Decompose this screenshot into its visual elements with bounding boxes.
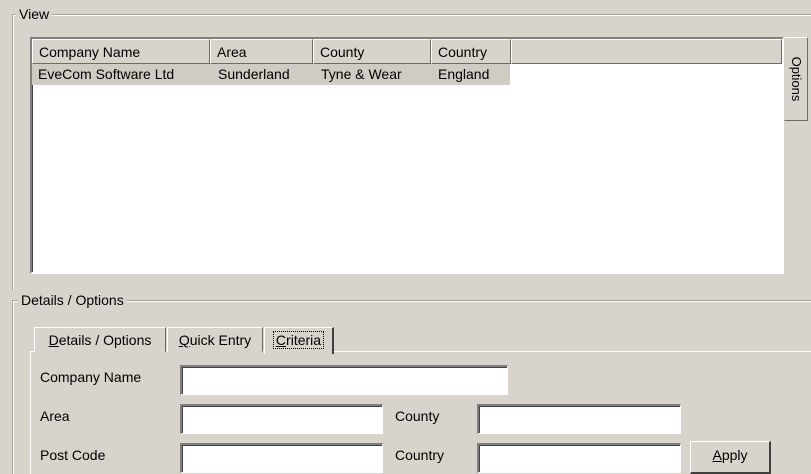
company-list[interactable]: Company Name Area County Country EveCom … bbox=[30, 37, 784, 274]
cell-country: England bbox=[438, 66, 490, 82]
tab-quick-entry-label: uick Entry bbox=[189, 332, 252, 348]
tab-details-options[interactable]: Details / Options bbox=[34, 327, 166, 352]
tab-details-options-mnemonic: D bbox=[48, 332, 59, 348]
post-code-field[interactable] bbox=[180, 443, 383, 473]
cell-area: Sunderland bbox=[218, 66, 290, 82]
column-header-area[interactable]: Area bbox=[210, 39, 313, 64]
apply-button[interactable]: Apply bbox=[690, 441, 771, 474]
tab-quick-entry-mnemonic: Q bbox=[178, 332, 190, 348]
options-side-tab[interactable]: Options bbox=[784, 37, 808, 121]
county-field[interactable] bbox=[477, 404, 681, 434]
details-group-title: Details / Options bbox=[18, 292, 127, 308]
column-header-country[interactable]: Country bbox=[431, 39, 511, 64]
tab-criteria-focus: Criteria bbox=[272, 331, 325, 349]
company-name-label: Company Name bbox=[40, 369, 142, 385]
country-field[interactable] bbox=[477, 443, 681, 473]
list-header: Company Name Area County Country bbox=[32, 39, 782, 64]
apply-button-label: pply bbox=[721, 447, 748, 463]
country-label: Country bbox=[395, 447, 445, 463]
column-header-filler bbox=[511, 39, 782, 64]
column-header-company-name[interactable]: Company Name bbox=[32, 39, 210, 64]
tab-criteria-label: riteria bbox=[286, 332, 322, 348]
area-label: Area bbox=[40, 408, 70, 424]
view-group-title: View bbox=[16, 6, 53, 22]
table-row[interactable]: EveCom Software Ltd Sunderland Tyne & We… bbox=[32, 64, 510, 85]
cell-county: Tyne & Wear bbox=[321, 66, 402, 82]
area-field[interactable] bbox=[180, 404, 383, 434]
tab-details-options-label: etails / Options bbox=[58, 332, 152, 348]
company-name-field[interactable] bbox=[180, 365, 508, 395]
tab-criteria[interactable]: Criteria bbox=[264, 327, 334, 354]
post-code-label: Post Code bbox=[40, 447, 106, 463]
tab-quick-entry[interactable]: Quick Entry bbox=[167, 327, 263, 352]
options-side-tab-label: Options bbox=[789, 56, 804, 102]
column-header-county[interactable]: County bbox=[313, 39, 431, 64]
county-label: County bbox=[395, 408, 440, 424]
apply-button-mnemonic: A bbox=[712, 447, 722, 463]
cell-company-name: EveCom Software Ltd bbox=[38, 66, 175, 82]
tab-criteria-mnemonic: C bbox=[275, 332, 287, 348]
